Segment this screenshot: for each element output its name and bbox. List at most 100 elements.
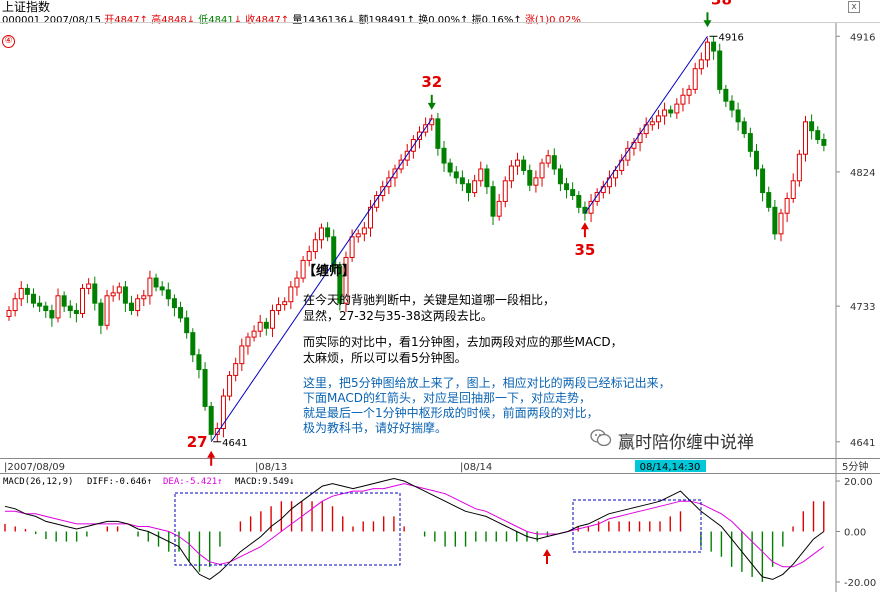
candle-body — [116, 286, 122, 294]
price-tick-label: 4641 — [850, 438, 875, 449]
candle-body — [86, 283, 92, 289]
candle-body — [55, 295, 61, 319]
candle-body — [257, 321, 263, 332]
candle-body — [147, 277, 153, 297]
candle-body — [564, 183, 570, 191]
candle-body — [141, 295, 147, 300]
candle-body — [582, 206, 588, 214]
candle-body — [159, 286, 165, 291]
candle-body — [692, 68, 698, 90]
candle-body — [184, 317, 190, 334]
annotation-line: 显然，27-32与35-38这两段去比。 — [303, 309, 493, 323]
candle-body — [760, 168, 766, 194]
candle-body — [655, 115, 661, 123]
candle-body — [790, 180, 796, 199]
time-label: |2007/08/09 — [4, 462, 65, 473]
candle-body — [778, 212, 784, 235]
candle-body — [12, 298, 18, 312]
watermark: 赢时陪你缠中说禅 — [618, 433, 754, 453]
up-arrow-icon — [543, 549, 551, 556]
candle-body — [282, 301, 288, 306]
candle-body — [551, 155, 557, 170]
candle-body — [178, 307, 184, 319]
annotation-line-blue: 就是最后一个1分钟中枢形成的时候，前面两段的对比， — [303, 406, 599, 420]
candle-body — [686, 88, 692, 96]
candle-body — [171, 298, 177, 309]
candle-body — [680, 94, 686, 105]
down-arrow-icon — [427, 102, 436, 110]
candle-body — [31, 293, 37, 304]
candle-body — [453, 171, 459, 179]
candle-body — [306, 251, 312, 261]
candle-body — [165, 289, 171, 300]
candle-body — [355, 233, 361, 238]
candle-body — [496, 200, 502, 217]
candle-body — [325, 227, 331, 238]
candle-body — [472, 180, 478, 194]
macd-tick-label: -20.00 — [844, 578, 876, 589]
price-tick-label: 4733 — [850, 302, 875, 313]
candle-body — [729, 100, 735, 111]
up-arrow-icon — [207, 450, 216, 458]
candle-body — [600, 186, 606, 194]
candle-body — [318, 227, 324, 241]
macd-diff-readout: DIFF:-0.646↑ — [87, 477, 152, 487]
candle-body — [674, 103, 680, 114]
candle-body — [704, 41, 710, 61]
extreme-price-label: 4916 — [718, 32, 743, 43]
annotation-line: 在今天的背驰判断中，关键是知道哪一段相比， — [303, 293, 556, 307]
annotation-line-blue: 这里，把5分钟图给放上来了，图上，相应对比的两段已经标记出来， — [303, 376, 671, 390]
candle-body — [361, 227, 367, 235]
candle-body — [533, 177, 539, 186]
candle-body — [466, 183, 472, 194]
candle-body — [122, 286, 128, 304]
time-label: |08/13 — [255, 462, 287, 473]
candle-body — [61, 295, 67, 307]
candle-body — [809, 121, 815, 132]
candle-body — [772, 206, 778, 235]
candle-body — [37, 302, 43, 307]
macd-dea-readout: DEA:-5.421↑ — [163, 477, 223, 487]
candle-body — [802, 121, 808, 155]
candle-body — [98, 302, 104, 326]
down-arrow-icon — [703, 20, 712, 28]
candle-body — [508, 165, 514, 182]
candle-body — [276, 304, 282, 312]
candle-body — [18, 287, 24, 300]
macd-tick-label: 0.00 — [844, 528, 866, 539]
candle-body — [484, 168, 490, 188]
candle-body — [153, 277, 159, 288]
candle-body — [73, 310, 79, 314]
candle-body — [435, 118, 441, 149]
candle-body — [570, 189, 576, 197]
candle-body — [349, 236, 355, 258]
candle-body — [735, 109, 741, 123]
candle-body — [557, 168, 563, 185]
candle-body — [208, 405, 214, 435]
marker-label: 32 — [421, 73, 442, 91]
macd-title: MACD(26,12,9) — [3, 477, 73, 487]
price-tick-label: 4824 — [850, 168, 875, 179]
candle-body — [539, 162, 545, 179]
annotation-line-blue: 极为教科书，请好好揣摩。 — [303, 421, 448, 435]
candle-body — [545, 155, 551, 164]
candle-body — [717, 50, 723, 90]
candle-body — [202, 369, 208, 407]
candle-body — [196, 354, 202, 371]
candle-body — [227, 374, 233, 397]
price-tick-label: 4916 — [850, 32, 875, 43]
candle-body — [43, 305, 49, 312]
macd-value-readout: MACD:9.549↓ — [235, 477, 295, 487]
candle-body — [711, 41, 717, 52]
candle-body — [80, 287, 86, 314]
candle-body — [6, 310, 12, 317]
annotation-line-blue: 下面MACD的红箭头，对应是回抽那一下，对应走势， — [303, 391, 591, 405]
candle-body — [821, 138, 827, 146]
candle-body — [312, 239, 318, 253]
candle-body — [796, 153, 802, 182]
marker-label: 35 — [574, 241, 595, 259]
candle-body — [49, 310, 55, 319]
annotation-line: 而实际的对比中，看1分钟图，去加两段对应的那些MACD， — [303, 335, 623, 349]
candle-body — [490, 186, 496, 217]
marker-label: 38 — [711, 0, 732, 8]
